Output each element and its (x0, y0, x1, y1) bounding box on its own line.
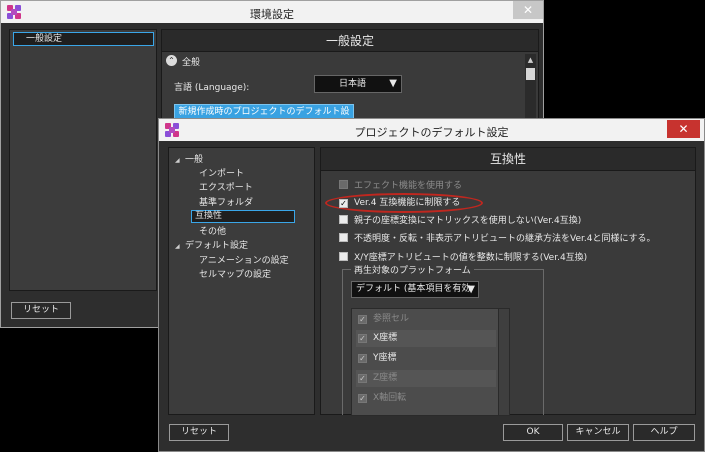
tree-item-compatibility[interactable]: 互換性 (191, 210, 295, 223)
language-select[interactable]: 日本語 ▼ (314, 75, 402, 93)
compatibility-panel: 互換性 エフェクト機能を使用する ✓ Ver.4 互換機能に制限する 親子の座標変… (320, 147, 696, 416)
attribute-checkbox: ✓ (358, 374, 367, 383)
option-label: X/Y座標アトリビュートの値を整数に制限する(Ver.4互換) (354, 253, 588, 263)
preferences-reset-button[interactable]: リセット (11, 302, 71, 319)
preferences-close-button[interactable]: ✕ (513, 1, 543, 19)
tree-item-animation-settings[interactable]: アニメーションの設定 (199, 255, 289, 268)
project-defaults-dialog: プロジェクトのデフォルト設定 ✕ ◢ 一般 インポート エクスポート 基準フォルダ… (158, 118, 705, 452)
tree-item-general[interactable]: ◢ 一般 (175, 154, 203, 167)
option-use-effects: エフェクト機能を使用する (339, 180, 462, 192)
attribute-label: X座標 (373, 333, 398, 343)
preferences-panel-header: 一般設定 (162, 30, 538, 52)
attribute-label: Z座標 (373, 373, 398, 383)
platform-select[interactable]: デフォルト (基本項目を有効 ▼ (351, 281, 479, 298)
option-label: Ver.4 互換機能に制限する (354, 198, 461, 208)
tree-expander-icon[interactable]: ◢ (175, 154, 185, 167)
language-select-value: 日本語 (339, 79, 367, 89)
compatibility-header: 互換性 (321, 148, 695, 171)
option-label: 親子の座標変換にマトリックスを使用しない(Ver.4互換) (354, 216, 582, 226)
scrollbar-thumb[interactable] (526, 68, 535, 80)
dialog-close-button[interactable]: ✕ (667, 120, 700, 138)
attribute-item-z: ✓ Z座標 (356, 370, 496, 387)
general-section-label: 全般 (182, 58, 201, 68)
tree-item-export[interactable]: エクスポート (199, 182, 253, 195)
preferences-titlebar: 環境設定 ✕ (1, 1, 543, 23)
platform-group: 再生対象のプラットフォーム デフォルト (基本項目を有効 ▼ ✓ 参照セル ✓ X座… (342, 263, 544, 416)
attribute-label: Y座標 (373, 353, 397, 363)
option-label: エフェクト機能を使用する (354, 181, 463, 191)
attribute-item-x[interactable]: ✓ X座標 (356, 330, 496, 347)
tree-item-other[interactable]: その他 (199, 226, 226, 239)
dialog-title: プロジェクトのデフォルト設定 (354, 126, 509, 139)
attribute-checkbox: ✓ (358, 315, 367, 324)
attribute-checkbox[interactable]: ✓ (358, 354, 367, 363)
dialog-body: ◢ 一般 インポート エクスポート 基準フォルダ 互換性 その他 ◢ デフォルト設定… (159, 141, 704, 451)
option-inherit-ver4[interactable]: 不透明度・反転・非表示アトリビュートの継承方法をVer.4と同様にする。 (339, 233, 656, 245)
tree-item-import[interactable]: インポート (199, 168, 244, 181)
attribute-item-reference-cell: ✓ 参照セル (356, 311, 496, 328)
checkbox-use-effects (339, 180, 348, 189)
collapse-icon: ⌃ (166, 55, 177, 66)
tree-item-label: 一般 (185, 155, 204, 165)
tree-item-default-settings[interactable]: ◢ デフォルト設定 (175, 240, 248, 253)
attribute-label: 参照セル (373, 314, 410, 324)
attribute-checkbox[interactable]: ✓ (358, 334, 367, 343)
attribute-list-scrollbar[interactable] (498, 309, 509, 415)
dropdown-caret-icon: ▼ (389, 78, 397, 89)
attribute-list: ✓ 参照セル ✓ X座標 ✓ Y座標 ✓ Z座標 ✓ X軸回転 (351, 308, 510, 416)
attribute-label: X軸回転 (373, 393, 407, 403)
attribute-item-x-rotation: ✓ X軸回転 (356, 390, 496, 407)
preferences-category-list: 一般設定 (9, 29, 157, 291)
cancel-button[interactable]: キャンセル (567, 424, 629, 441)
tree-item-label: デフォルト設定 (185, 241, 249, 251)
checkbox-inherit-ver4[interactable] (339, 233, 348, 242)
platform-select-value: デフォルト (基本項目を有効 (356, 284, 471, 294)
preferences-title: 環境設定 (250, 8, 294, 21)
checkbox-ver4-compat[interactable]: ✓ (339, 199, 348, 208)
category-item-general[interactable]: 一般設定 (13, 32, 154, 46)
option-ver4-compat[interactable]: ✓ Ver.4 互換機能に制限する (339, 197, 460, 209)
platform-group-label: 再生対象のプラットフォーム (351, 263, 474, 276)
general-section-toggle[interactable]: ⌃ 全般 (164, 54, 520, 68)
attribute-checkbox: ✓ (358, 394, 367, 403)
dropdown-caret-icon: ▼ (467, 284, 475, 295)
help-button[interactable]: ヘルプ (633, 424, 695, 441)
language-label: 言語 (Language): (174, 83, 250, 93)
dialog-titlebar: プロジェクトのデフォルト設定 ✕ (159, 119, 704, 141)
option-label: 不透明度・反転・非表示アトリビュートの継承方法をVer.4と同様にする。 (354, 234, 656, 244)
option-no-matrix[interactable]: 親子の座標変換にマトリックスを使用しない(Ver.4互換) (339, 215, 581, 227)
tree-expander-icon[interactable]: ◢ (175, 240, 185, 253)
ok-button[interactable]: OK (503, 424, 563, 441)
tree-item-base-folder[interactable]: 基準フォルダ (199, 197, 253, 210)
dialog-reset-button[interactable]: リセット (169, 424, 229, 441)
checkbox-no-matrix[interactable] (339, 215, 348, 224)
settings-tree: ◢ 一般 インポート エクスポート 基準フォルダ 互換性 その他 ◢ デフォルト設定… (168, 147, 315, 415)
attribute-item-y[interactable]: ✓ Y座標 (356, 350, 496, 367)
tree-item-cellmap-settings[interactable]: セルマップの設定 (199, 269, 271, 282)
scroll-up-icon[interactable]: ▲ (525, 54, 536, 66)
checkbox-integer-xy[interactable] (339, 252, 348, 261)
